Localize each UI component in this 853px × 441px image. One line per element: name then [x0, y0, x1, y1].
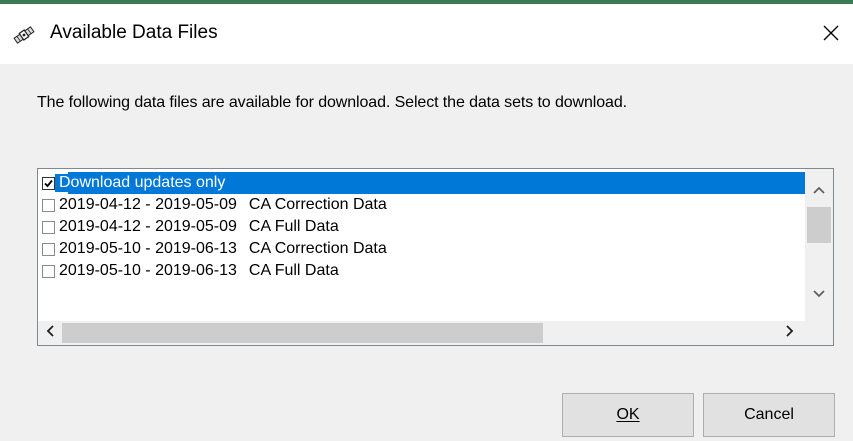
- list-item-text: Download updates only: [59, 174, 226, 191]
- list-item-checkbox[interactable]: [42, 198, 55, 212]
- vertical-scroll-thumb[interactable]: [807, 207, 831, 243]
- list-item-label: 2019-05-10 - 2019-06-13 CA Full Data: [55, 262, 341, 280]
- cancel-button-label: Cancel: [744, 406, 794, 423]
- data-files-rows: Download updates only 2019-04-12 - 2019-0…: [38, 172, 806, 282]
- list-item-label: 2019-04-12 - 2019-05-09 CA Correction Dat…: [55, 196, 389, 214]
- chevron-down-icon: [813, 285, 825, 303]
- scroll-right-button[interactable]: [778, 321, 802, 345]
- list-item[interactable]: 2019-05-10 - 2019-06-13 CA Correction Dat…: [38, 238, 805, 260]
- horizontal-scrollbar[interactable]: [38, 321, 805, 345]
- scroll-down-button[interactable]: [805, 281, 833, 307]
- ok-button[interactable]: OK: [562, 393, 694, 437]
- list-item-checkbox[interactable]: [42, 176, 55, 190]
- title-bar[interactable]: Available Data Files: [0, 4, 853, 64]
- list-item[interactable]: 2019-04-12 - 2019-05-09 CA Correction Dat…: [38, 194, 805, 216]
- list-item-date-range: 2019-05-10 - 2019-06-13: [59, 240, 237, 257]
- list-item-label: 2019-05-10 - 2019-06-13 CA Correction Dat…: [55, 240, 389, 258]
- close-button[interactable]: [808, 12, 853, 58]
- list-item[interactable]: 2019-05-10 - 2019-06-13 CA Full Data: [38, 260, 805, 282]
- list-item[interactable]: 2019-04-12 - 2019-05-09 CA Full Data: [38, 216, 805, 238]
- list-item-label: Download updates only: [55, 174, 228, 192]
- list-item-label: 2019-04-12 - 2019-05-09 CA Full Data: [55, 218, 341, 236]
- list-item-date-range: 2019-05-10 - 2019-06-13: [59, 262, 237, 279]
- list-item-date-range: 2019-04-12 - 2019-05-09: [59, 218, 237, 235]
- list-item-checkbox[interactable]: [42, 220, 55, 234]
- scrollbar-corner: [805, 321, 833, 345]
- horizontal-scroll-thumb[interactable]: [62, 323, 543, 343]
- cancel-button[interactable]: Cancel: [703, 393, 835, 437]
- list-item-checkbox[interactable]: [42, 264, 55, 278]
- instructions-text: The following data files are available f…: [37, 94, 627, 111]
- vertical-scrollbar[interactable]: [805, 169, 833, 321]
- window-title: Available Data Files: [50, 22, 218, 43]
- chevron-up-icon: [813, 181, 825, 199]
- list-item-data-type: CA Correction Data: [248, 196, 387, 213]
- satellite-icon: [13, 24, 35, 46]
- list-item[interactable]: Download updates only: [38, 172, 806, 194]
- chevron-left-icon: [46, 324, 54, 342]
- list-item-checkbox[interactable]: [42, 242, 55, 256]
- scroll-left-button[interactable]: [38, 321, 62, 345]
- chevron-right-icon: [786, 324, 794, 342]
- close-icon: [822, 24, 840, 47]
- list-item-data-type: CA Correction Data: [248, 240, 387, 257]
- list-item-data-type: CA Full Data: [248, 218, 339, 235]
- list-item-date-range: 2019-04-12 - 2019-05-09: [59, 196, 237, 213]
- data-files-listbox[interactable]: Download updates only 2019-04-12 - 2019-0…: [37, 168, 834, 346]
- available-data-files-dialog: Available Data Files The following data …: [0, 4, 853, 441]
- scroll-up-button[interactable]: [805, 177, 833, 203]
- ok-button-label: OK: [616, 406, 640, 423]
- list-item-data-type: CA Full Data: [248, 262, 339, 279]
